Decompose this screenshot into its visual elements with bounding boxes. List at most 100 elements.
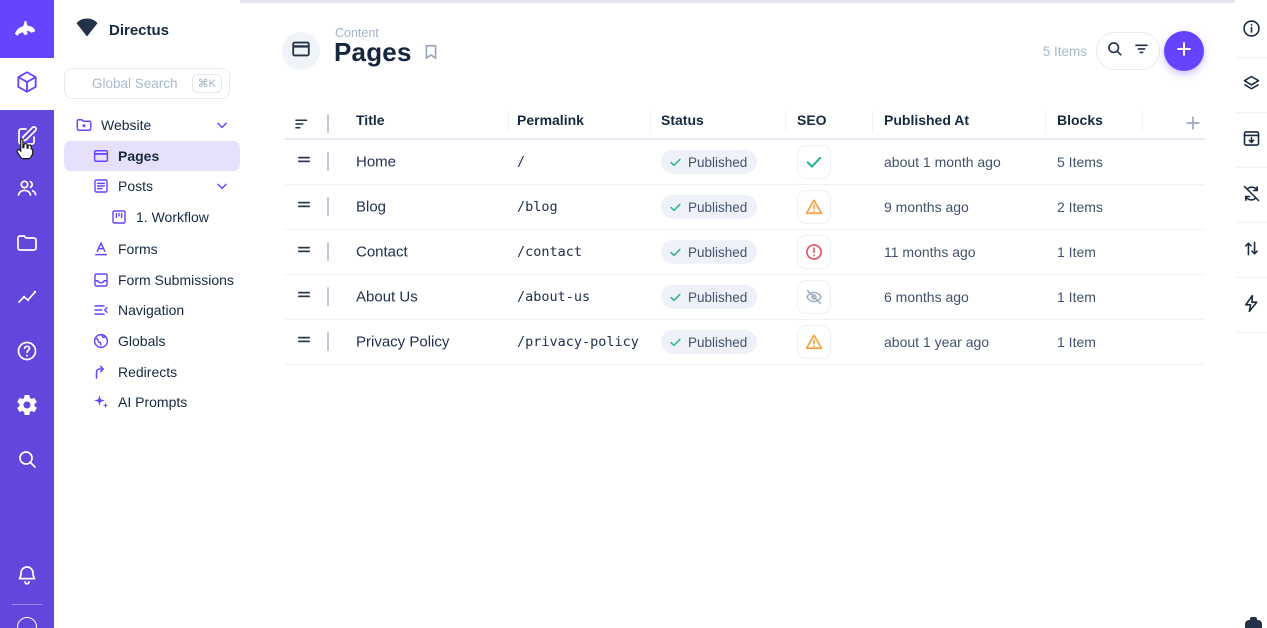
redirect-arrow-icon	[92, 363, 110, 381]
drag-handle-icon[interactable]	[295, 331, 313, 354]
row-title: About Us	[356, 289, 418, 306]
add-item-button[interactable]	[1164, 31, 1204, 71]
search-filter-pill	[1096, 32, 1160, 70]
module-settings-button[interactable]	[0, 383, 54, 431]
notifications-bell-icon	[15, 563, 39, 592]
import-export-section-button[interactable]	[1235, 223, 1267, 278]
table-row[interactable]: Blog /blog Published 9 months ago 2 Item…	[285, 185, 1205, 230]
navigation-sidebar: Directus Global Search ⌘K Website Pages	[54, 0, 240, 628]
archive-section-button[interactable]	[1235, 113, 1267, 168]
row-checkbox[interactable]	[327, 153, 329, 171]
collection-icon-badge	[282, 32, 320, 70]
table-row[interactable]: Contact /contact Published 11 months ago…	[285, 230, 1205, 275]
seo-status	[797, 190, 831, 224]
status-badge: Published	[661, 240, 757, 265]
row-published-at: 11 months ago	[884, 244, 976, 260]
row-checkbox[interactable]	[327, 243, 329, 261]
sidebar-item-forms[interactable]: Forms	[64, 234, 240, 264]
directus-app-window: Directus Global Search ⌘K Website Pages	[0, 0, 1267, 628]
insights-chart-icon	[15, 286, 39, 315]
drag-handle-icon[interactable]	[295, 151, 313, 174]
column-header-published-at[interactable]: Published At	[884, 112, 969, 128]
select-all-checkbox[interactable]	[327, 115, 329, 133]
filter-icon[interactable]	[1132, 39, 1151, 63]
settings-gear-icon	[15, 393, 39, 422]
add-column-button[interactable]	[1183, 113, 1203, 136]
row-checkbox[interactable]	[327, 288, 329, 306]
module-files-button[interactable]	[0, 221, 54, 269]
sidebar-item-workflow[interactable]: 1. Workflow	[64, 202, 240, 232]
sidebar-item-label: 1. Workflow	[136, 209, 209, 225]
notifications-button[interactable]	[0, 553, 54, 601]
project-logo-button[interactable]	[0, 0, 54, 58]
status-badge: Published	[661, 285, 757, 310]
row-checkbox[interactable]	[327, 198, 329, 216]
sidebar-item-redirects[interactable]: Redirects	[64, 357, 240, 387]
sidebar-item-pages[interactable]: Pages	[64, 141, 240, 171]
title-icon	[92, 240, 110, 258]
table-row[interactable]: About Us /about-us Published 6 months ag…	[285, 275, 1205, 320]
chevron-down-icon[interactable]	[214, 117, 230, 133]
row-title: Blog	[356, 199, 386, 216]
sidebar-item-label: Forms	[118, 241, 158, 257]
sidebar-item-label: Posts	[118, 178, 153, 194]
column-header-title[interactable]: Title	[356, 112, 385, 128]
shortcut-badge: ⌘K	[192, 74, 222, 93]
global-search-input[interactable]: Global Search ⌘K	[64, 68, 230, 99]
items-count: 5 Items	[1010, 44, 1087, 59]
module-search-button[interactable]	[0, 437, 54, 485]
seo-warning-icon	[804, 332, 824, 352]
sparkles-icon	[92, 393, 110, 411]
module-users-button[interactable]	[0, 166, 54, 214]
layers-icon	[1241, 73, 1262, 99]
status-badge: Published	[661, 330, 757, 355]
sidebar-item-ai-prompts[interactable]: AI Prompts	[64, 387, 240, 417]
table-header-row: Title Permalink Status SEO Published At …	[285, 108, 1205, 140]
web-asset-icon	[92, 147, 110, 165]
row-blocks: 1 Item	[1057, 334, 1096, 350]
revisions-section-button[interactable]	[1235, 168, 1267, 223]
sidebar-item-form-submissions[interactable]: Form Submissions	[64, 265, 240, 295]
drag-handle-icon[interactable]	[295, 241, 313, 264]
drag-handle-icon[interactable]	[295, 196, 313, 219]
bookmark-icon[interactable]	[421, 41, 441, 68]
search-icon[interactable]	[1105, 39, 1124, 63]
archive-box-icon	[1241, 128, 1262, 154]
project-header[interactable]: Directus	[75, 17, 169, 44]
directus-rabbit-icon	[12, 14, 42, 45]
table-row[interactable]: Privacy Policy /privacy-policy Published…	[285, 320, 1205, 365]
row-title: Privacy Policy	[356, 334, 449, 351]
seo-warning-icon	[804, 197, 824, 217]
flows-section-button[interactable]	[1235, 278, 1267, 333]
row-permalink: /contact	[517, 244, 582, 260]
partial-bottom-icon	[1245, 620, 1262, 628]
status-badge: Published	[661, 195, 757, 220]
avatar-circle[interactable]	[17, 617, 37, 628]
status-badge: Published	[661, 150, 757, 175]
plus-icon	[1174, 39, 1194, 64]
seo-hidden-icon	[804, 287, 824, 307]
column-header-seo[interactable]: SEO	[797, 112, 827, 128]
users-icon	[15, 176, 39, 205]
info-section-button[interactable]	[1235, 3, 1267, 58]
module-content-active[interactable]	[0, 58, 54, 110]
layers-section-button[interactable]	[1235, 58, 1267, 113]
sort-icon[interactable]	[293, 115, 311, 136]
sidebar-item-label: Globals	[118, 333, 165, 349]
column-header-status[interactable]: Status	[661, 112, 704, 128]
drag-handle-icon[interactable]	[295, 286, 313, 309]
row-checkbox[interactable]	[327, 333, 329, 351]
module-help-button[interactable]	[0, 329, 54, 377]
column-header-permalink[interactable]: Permalink	[517, 112, 584, 128]
column-header-blocks[interactable]: Blocks	[1057, 112, 1103, 128]
chevron-down-icon[interactable]	[214, 178, 230, 194]
table-row[interactable]: Home / Published about 1 month ago 5 Ite…	[285, 140, 1205, 185]
module-insights-button[interactable]	[0, 276, 54, 324]
row-permalink: /	[517, 154, 525, 170]
row-permalink: /privacy-policy	[517, 334, 639, 350]
sidebar-item-label: AI Prompts	[118, 394, 187, 410]
sidebar-item-website[interactable]: Website	[64, 110, 240, 140]
sidebar-item-posts[interactable]: Posts	[64, 171, 240, 201]
sidebar-item-globals[interactable]: Globals	[64, 326, 240, 356]
sidebar-item-navigation[interactable]: Navigation	[64, 295, 240, 325]
